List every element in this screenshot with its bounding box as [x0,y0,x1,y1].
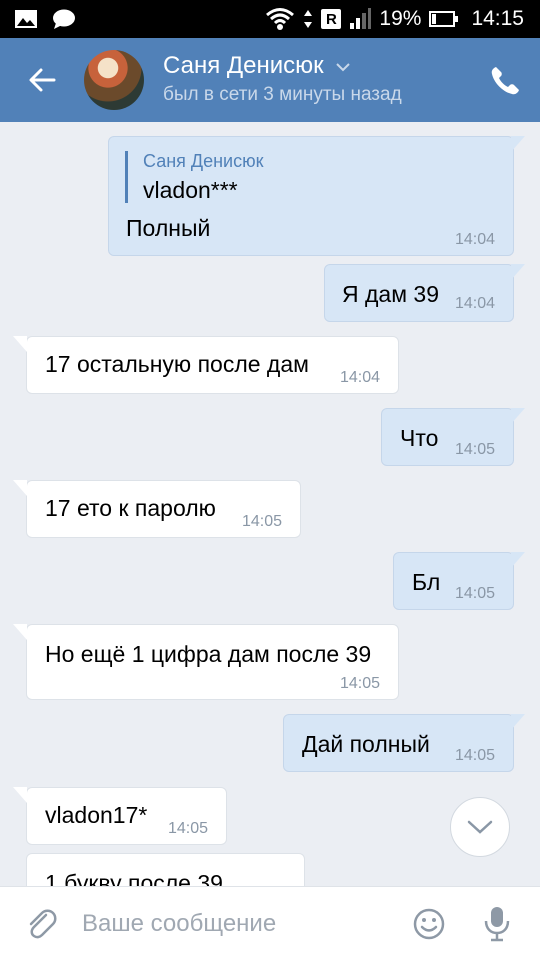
message-bubble-incoming[interactable]: 17 остальную после дам 14:04 [13,336,399,394]
message-bubble-outgoing[interactable]: Дай полный 14:05 [283,714,525,772]
message-text: vladon17* [45,802,148,828]
message-text: Дай полный [302,731,430,757]
message-time: 14:05 [454,441,495,458]
message-time: 14:04 [454,231,495,248]
battery-icon [429,11,459,27]
chat-bubble-icon [53,9,75,29]
scroll-to-bottom-button[interactable] [450,797,510,857]
message-time: 14:05 [167,820,208,837]
wifi-icon [266,8,295,30]
paperclip-icon[interactable] [24,907,58,941]
message-text: Бл [412,569,441,595]
message-bubble-outgoing[interactable]: Я дам 39 14:04 [324,264,525,322]
message-input[interactable] [80,899,384,949]
back-arrow-icon[interactable] [24,62,60,98]
message-text: Что [400,425,439,451]
avatar[interactable] [84,50,144,110]
image-icon [15,10,37,28]
message-text: Я дам 39 [342,281,439,307]
message-list[interactable]: Саня Денисюк vladon*** Полный 14:04 Я да… [0,122,540,886]
message-time: 14:04 [339,369,380,386]
message-time: 14:05 [241,513,282,530]
message-time: 14:05 [454,747,495,764]
message-bubble-outgoing[interactable]: Саня Денисюк vladon*** Полный 14:04 [108,136,525,256]
message-bubble-incoming[interactable]: vladon17* 14:05 [13,787,227,845]
contact-status: был в сети 3 минуты назад [163,84,402,105]
message-bubble-incoming[interactable]: Но ещё 1 цифра дам после 39 14:05 [13,624,399,700]
message-time: 14:05 [339,675,380,692]
signal-icon [350,8,372,29]
reply-quote-bar [125,151,128,203]
battery-percent: 19% [379,7,422,30]
clock: 14:15 [471,7,524,30]
contact-name[interactable]: Саня Денисюк [163,52,324,80]
message-text: 17 ето к паролю [45,495,216,521]
message-text: 17 остальную после дам [45,351,309,377]
reply-quote-author: Саня Денисюк [143,151,264,171]
roaming-r-icon: R [321,9,342,29]
message-time: 14:04 [454,295,495,312]
phone-icon[interactable] [488,64,522,98]
message-text: Полный [126,215,211,241]
message-bubble-incoming[interactable]: 17 ето к паролю 14:05 [13,480,301,538]
reply-quote-text: vladon*** [143,177,238,203]
microphone-icon[interactable] [482,905,512,943]
message-bubble-incoming[interactable]: 1 букву после 39 [26,853,305,886]
message-bubble-outgoing[interactable]: Бл 14:05 [393,552,525,610]
message-bubble-outgoing[interactable]: Что 14:05 [381,408,525,466]
chevron-down-icon[interactable] [334,60,352,74]
message-composer [0,886,540,960]
status-bar: R 19% 14:15 [0,0,540,38]
chat-header: Саня Денисюк был в сети 3 минуты назад [0,38,540,122]
message-text: 1 букву после 39 [45,870,223,886]
chevron-down-icon [467,820,493,834]
smiley-icon[interactable] [412,907,446,941]
message-text: Но ещё 1 цифра дам после 39 [45,641,372,667]
message-time: 14:05 [454,585,495,602]
data-arrows-icon [304,10,313,28]
